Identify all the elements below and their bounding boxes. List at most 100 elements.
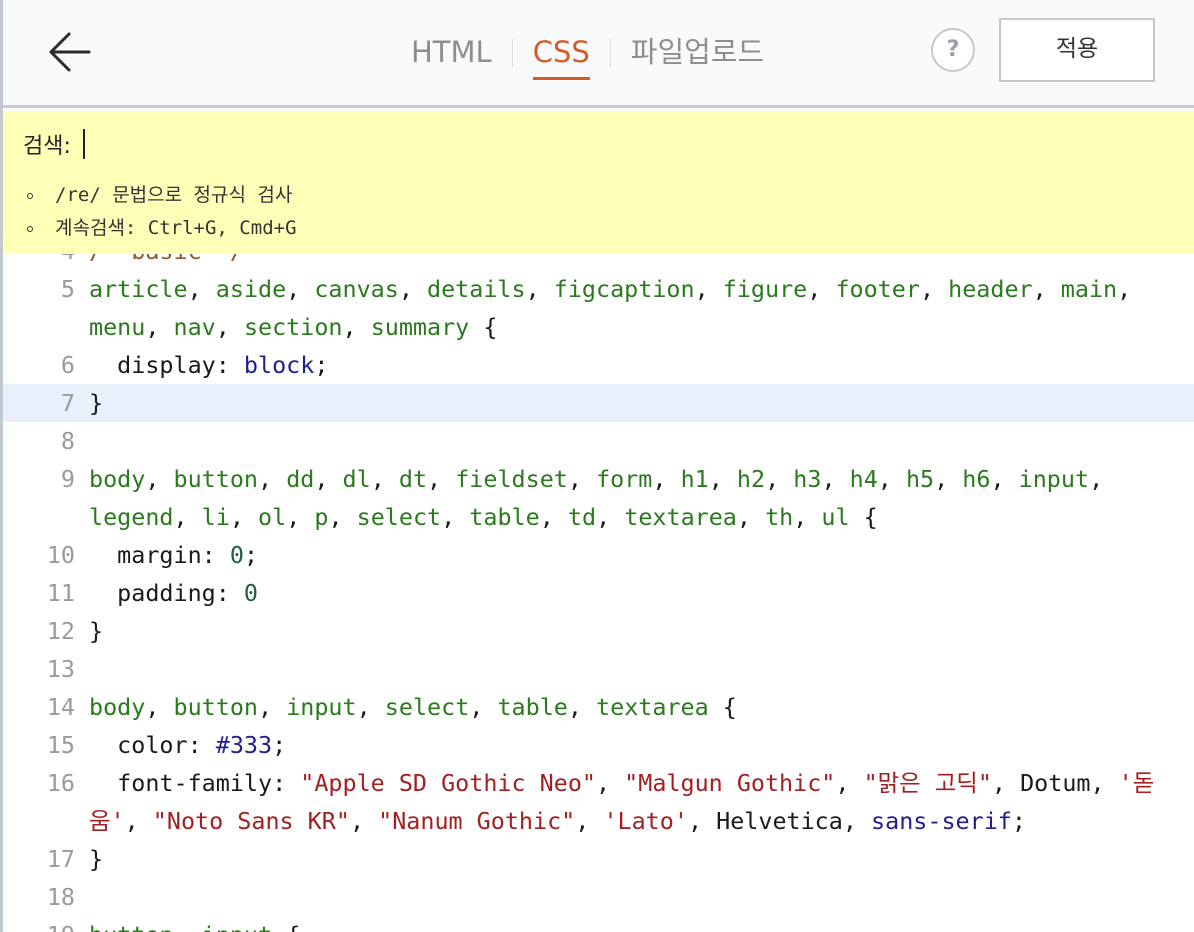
code-token: legend <box>89 503 174 531</box>
code-token: font-family <box>89 769 273 797</box>
hint-text: 계속검색: Ctrl+G, Cmd+G <box>55 217 297 239</box>
code-token: , <box>328 503 357 531</box>
code-token: h1 <box>680 465 709 493</box>
code-token: } <box>89 389 104 417</box>
code-token: h4 <box>849 465 878 493</box>
code-line[interactable]: 움', "Noto Sans KR", "Nanum Gothic", 'Lat… <box>3 802 1194 840</box>
code-token: , <box>370 465 399 493</box>
code-token: : <box>187 731 216 759</box>
line-number: 18 <box>46 883 75 911</box>
code-token: , <box>525 275 554 303</box>
code-editor[interactable]: 4/* basic */5article, aside, canvas, det… <box>3 232 1194 932</box>
code-token: 움' <box>89 807 125 835</box>
apply-button[interactable]: 적용 <box>999 18 1155 82</box>
tab-file-upload[interactable]: 파일업로드 <box>631 30 764 74</box>
code-token: details <box>427 275 526 303</box>
code-token: : <box>201 541 230 569</box>
code-line[interactable]: 13 <box>3 650 1194 688</box>
code-token: section <box>243 313 343 341</box>
search-row: 검색: <box>23 129 485 159</box>
code-token: , <box>736 503 766 531</box>
line-number: 5 <box>60 275 75 303</box>
code-token: aside <box>215 275 287 303</box>
code-line[interactable]: 7} <box>3 384 1194 422</box>
code-line[interactable]: 14 body, button, input, select, table, te… <box>3 688 1194 726</box>
code-text: color: #333; <box>89 726 286 764</box>
code-token: dd <box>286 465 315 493</box>
code-line[interactable]: legend, li, ol, p, select, table, td, te… <box>3 498 1194 536</box>
code-token: Helvetica <box>716 807 843 835</box>
editor-tabs: HTML CSS 파일업로드 <box>411 30 764 80</box>
code-line[interactable]: 5 article, aside, canvas, details, figcap… <box>3 270 1194 308</box>
code-token: , <box>1090 769 1119 797</box>
code-token: body <box>89 465 146 493</box>
search-label: 검색: <box>23 134 71 159</box>
tab-label: 파일업로드 <box>630 35 765 69</box>
code-token: , <box>821 465 850 493</box>
code-token: table <box>497 693 568 721</box>
code-token: menu <box>89 313 146 341</box>
bullet-icon <box>27 226 33 232</box>
code-token: padding <box>89 579 216 607</box>
help-button[interactable]: ? <box>931 28 975 72</box>
code-token: : <box>215 579 244 607</box>
tab-label: CSS <box>532 35 590 69</box>
code-token: , <box>469 693 498 721</box>
code-token: button <box>173 693 259 721</box>
code-line[interactable]: 10 margin: 0; <box>3 536 1194 574</box>
code-token: , <box>145 313 174 341</box>
hint-text: /re/ 문법으로 정규식 검사 <box>55 184 293 206</box>
tab-divider <box>511 39 513 67</box>
code-token: , <box>575 807 604 835</box>
code-token: ; <box>314 351 329 379</box>
code-token: , <box>991 769 1021 797</box>
code-token: margin <box>89 541 202 569</box>
code-text: padding: 0 <box>89 574 258 612</box>
code-token: form <box>596 465 653 493</box>
code-line[interactable]: 11 padding: 0 <box>3 574 1194 612</box>
code-token: , <box>807 275 836 303</box>
code-token: , <box>1032 275 1061 303</box>
code-line[interactable]: 19 button, input { <box>3 916 1194 932</box>
back-arrow-icon[interactable] <box>43 24 99 80</box>
code-token: summary <box>370 313 470 341</box>
code-token: table <box>469 503 540 531</box>
code-line[interactable]: 15 color: #333; <box>3 726 1194 764</box>
code-token: , <box>187 275 216 303</box>
code-line[interactable]: 6 display: block; <box>3 346 1194 384</box>
code-token: input <box>286 693 357 721</box>
code-line[interactable]: 9 body, button, dd, dl, dt, fieldset, for… <box>3 460 1194 498</box>
tab-css[interactable]: CSS <box>532 30 590 80</box>
code-text: body, button, input, select, table, text… <box>89 688 737 726</box>
code-token: , <box>793 503 822 531</box>
code-token: button <box>173 465 259 493</box>
code-token: textarea <box>624 503 737 531</box>
code-line[interactable]: menu, nav, section, summary { <box>3 308 1194 346</box>
help-icon: ? <box>946 37 960 62</box>
code-token: select <box>356 503 442 531</box>
code-token: p <box>314 503 329 531</box>
code-line[interactable]: 17} <box>3 840 1194 878</box>
code-line[interactable]: 12} <box>3 612 1194 650</box>
code-line[interactable]: 18 <box>3 878 1194 916</box>
code-token: , <box>694 275 723 303</box>
code-token: #333 <box>215 731 273 759</box>
line-number: 17 <box>46 845 75 873</box>
code-token: textarea <box>596 693 709 721</box>
code-text: legend, li, ol, p, select, table, td, te… <box>89 498 878 536</box>
top-bar: HTML CSS 파일업로드 ? 적용 <box>3 0 1194 108</box>
code-token: "Noto Sans KR" <box>152 807 350 835</box>
tab-html[interactable]: HTML <box>411 30 492 74</box>
code-token: 0 <box>243 579 259 607</box>
bullet-icon <box>27 193 33 199</box>
code-token: , <box>215 313 244 341</box>
line-number: 8 <box>60 427 75 455</box>
code-line[interactable]: 16 font-family: "Apple SD Gothic Neo", "… <box>3 764 1194 802</box>
code-token: , <box>398 275 428 303</box>
search-input[interactable] <box>82 129 485 159</box>
code-text: } <box>89 384 103 422</box>
code-line[interactable]: 8 <box>3 422 1194 460</box>
line-number: 10 <box>46 541 75 569</box>
code-token: main <box>1060 275 1118 303</box>
code-token: , <box>173 503 202 531</box>
